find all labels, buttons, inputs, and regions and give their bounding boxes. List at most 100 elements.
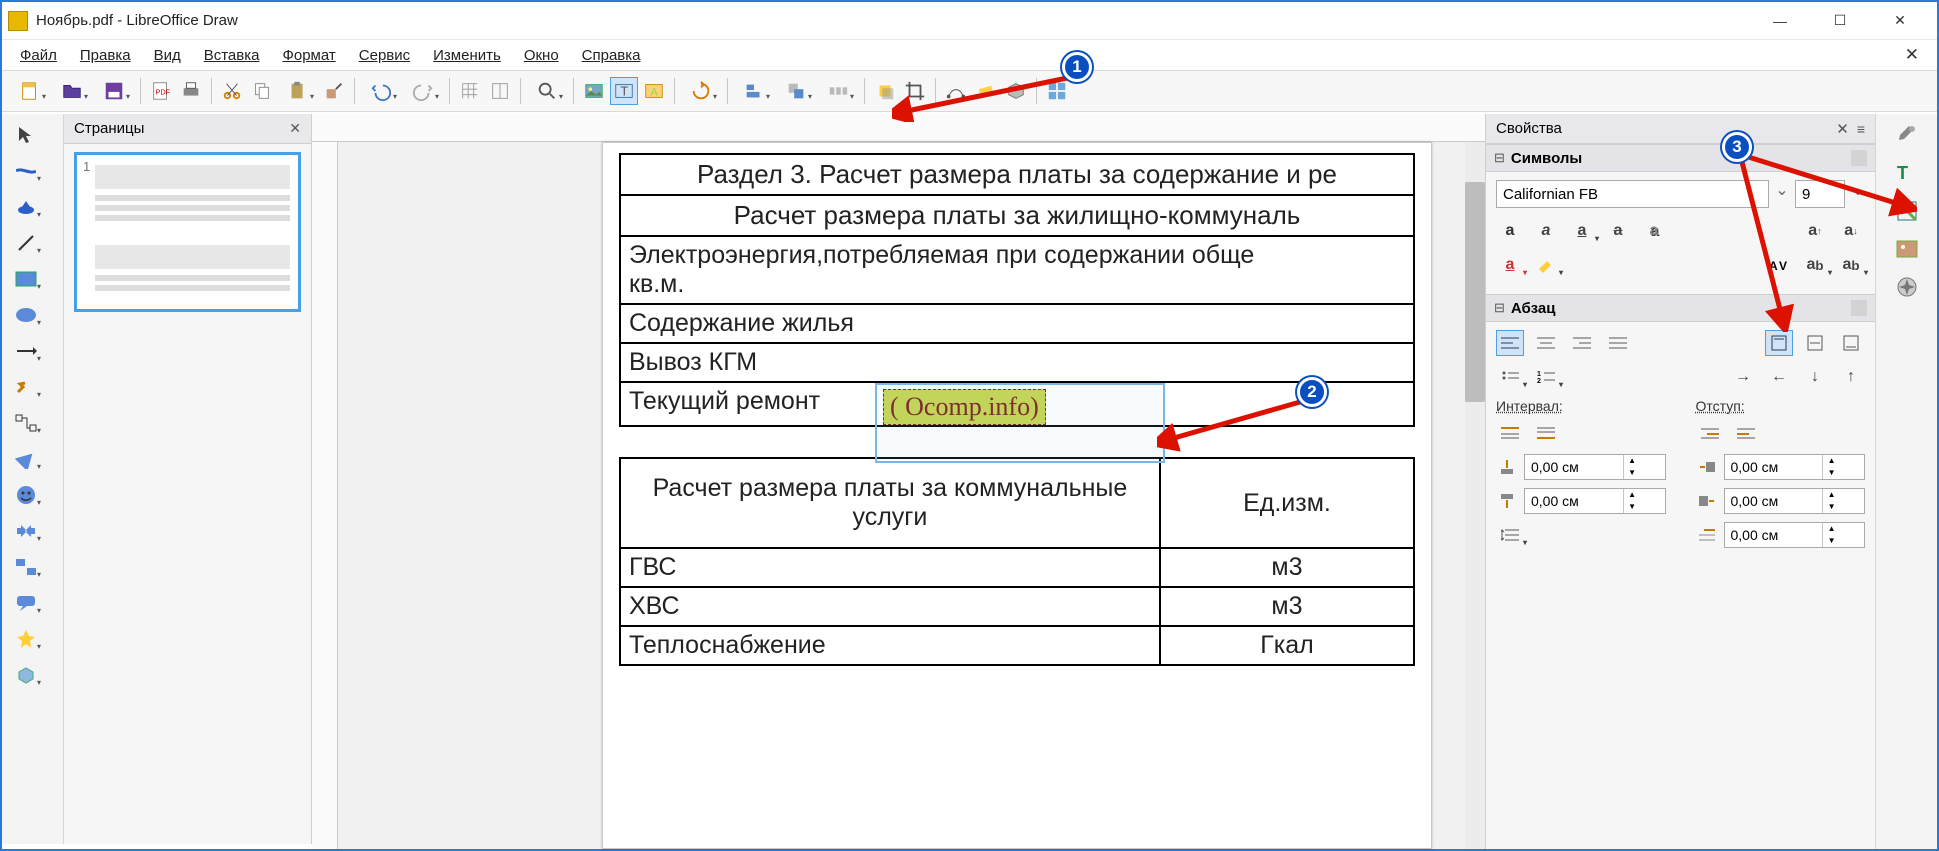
zoom-button[interactable] <box>527 77 567 105</box>
align-justify-button[interactable] <box>1604 330 1632 356</box>
gallery-tab-icon[interactable] <box>1889 234 1925 264</box>
insert-image-button[interactable] <box>580 77 608 105</box>
insert-fontwork-button[interactable]: A <box>640 77 668 105</box>
export-pdf-button[interactable]: PDF <box>147 77 175 105</box>
space-above-icon[interactable] <box>1496 420 1524 446</box>
section-paragraph-header[interactable]: ⊟ Абзац <box>1486 294 1875 322</box>
clone-format-button[interactable] <box>320 77 348 105</box>
tbl2-h2: Ед.изм. <box>1160 458 1414 548</box>
valign-top-button[interactable] <box>1765 330 1793 356</box>
before-indent-input[interactable]: ▲▼ <box>1724 454 1866 480</box>
line-tool[interactable] <box>8 228 44 258</box>
doc-row4: Вывоз КГМ <box>620 343 1414 382</box>
section-more-icon[interactable] <box>1851 300 1867 316</box>
strikethrough-button[interactable]: a <box>1604 218 1632 244</box>
subscript-button[interactable]: ab <box>1837 252 1865 278</box>
3d-tool[interactable] <box>8 660 44 690</box>
menu-tools[interactable]: Сервис <box>349 44 420 67</box>
block-arrows-tool[interactable] <box>8 516 44 546</box>
vertical-scrollbar[interactable] <box>1465 142 1485 849</box>
open-button[interactable] <box>52 77 92 105</box>
print-button[interactable] <box>177 77 205 105</box>
rtl-button[interactable]: ← <box>1765 364 1793 390</box>
menu-edit[interactable]: Правка <box>70 44 141 67</box>
save-button[interactable] <box>94 77 134 105</box>
rotate-button[interactable] <box>681 77 721 105</box>
insert-textbox-button[interactable]: T <box>610 77 638 105</box>
helplines-button[interactable] <box>486 77 514 105</box>
menu-window[interactable]: Окно <box>514 44 569 67</box>
menu-format[interactable]: Формат <box>272 44 345 67</box>
align-center-button[interactable] <box>1532 330 1560 356</box>
numbering-button[interactable]: 12 <box>1532 364 1560 390</box>
flowchart-tool[interactable] <box>8 552 44 582</box>
menu-modify[interactable]: Изменить <box>423 44 511 67</box>
align-button[interactable] <box>734 77 774 105</box>
line-spacing-button[interactable] <box>1496 522 1524 548</box>
rectangle-tool[interactable] <box>8 264 44 294</box>
decrease-indent-icon[interactable] <box>1732 420 1760 446</box>
connector-tool[interactable] <box>8 408 44 438</box>
properties-tab-icon[interactable] <box>1889 120 1925 150</box>
doc-row3: Содержание жилья <box>620 304 1414 343</box>
redo-button[interactable] <box>403 77 443 105</box>
svg-text:2: 2 <box>1537 378 1541 384</box>
inserted-textbox[interactable]: ( Ocomp.info) <box>875 383 1165 463</box>
ellipse-tool[interactable] <box>8 300 44 330</box>
menu-insert[interactable]: Вставка <box>194 44 270 67</box>
below-spacing-input[interactable]: ▲▼ <box>1524 488 1666 514</box>
minimize-button[interactable]: — <box>1755 7 1805 35</box>
new-button[interactable] <box>10 77 50 105</box>
properties-menu-icon[interactable]: ≡ <box>1857 121 1865 137</box>
properties-close-icon[interactable]: ✕ <box>1836 120 1849 138</box>
font-color-button[interactable]: a <box>1496 252 1524 278</box>
underline-button[interactable]: a <box>1568 218 1596 244</box>
navigator-tab-icon[interactable] <box>1889 272 1925 302</box>
copy-button[interactable] <box>248 77 276 105</box>
document-page[interactable]: Раздел 3. Расчет размера платы за содерж… <box>602 142 1432 849</box>
arrow-tool[interactable] <box>8 336 44 366</box>
paste-button[interactable] <box>278 77 318 105</box>
symbol-shapes-tool[interactable] <box>8 480 44 510</box>
align-left-button[interactable] <box>1496 330 1524 356</box>
stars-tool[interactable] <box>8 624 44 654</box>
bold-button[interactable]: a <box>1496 218 1524 244</box>
textbox-content[interactable]: ( Ocomp.info) <box>883 389 1046 425</box>
valign-bottom-button[interactable] <box>1837 330 1865 356</box>
undo-button[interactable] <box>361 77 401 105</box>
after-indent-input[interactable]: ▲▼ <box>1724 488 1866 514</box>
firstline-indent-input[interactable]: ▲▼ <box>1724 522 1866 548</box>
menu-file[interactable]: Файл <box>10 44 67 67</box>
cut-button[interactable] <box>218 77 246 105</box>
superscript-button[interactable]: ab <box>1801 252 1829 278</box>
increase-indent-icon[interactable] <box>1696 420 1724 446</box>
maximize-button[interactable]: ☐ <box>1815 7 1865 35</box>
curve-tool[interactable] <box>8 372 44 402</box>
valign-middle-button[interactable] <box>1801 330 1829 356</box>
vertical-ruler[interactable] <box>312 142 338 849</box>
ttb-button[interactable]: ↓ <box>1801 364 1829 390</box>
highlight-color-button[interactable] <box>1532 252 1560 278</box>
basic-shapes-tool[interactable] <box>8 444 44 474</box>
distribute-button[interactable] <box>818 77 858 105</box>
ltr-button[interactable]: → <box>1729 364 1757 390</box>
bullets-button[interactable] <box>1496 364 1524 390</box>
line-color-tool[interactable] <box>8 156 44 186</box>
above-spacing-input[interactable]: ▲▼ <box>1524 454 1666 480</box>
callout-tool[interactable] <box>8 588 44 618</box>
doc-close-icon[interactable]: ✕ <box>1905 45 1929 65</box>
select-tool[interactable] <box>8 120 44 150</box>
menu-view[interactable]: Вид <box>144 44 191 67</box>
italic-button[interactable]: a <box>1532 218 1560 244</box>
pages-panel-close-icon[interactable]: ✕ <box>289 120 301 137</box>
btt-button[interactable]: ↑ <box>1837 364 1865 390</box>
page-thumbnail[interactable]: 1 <box>74 152 301 312</box>
space-below-icon[interactable] <box>1532 420 1560 446</box>
fill-color-tool[interactable] <box>8 192 44 222</box>
grid-button[interactable] <box>456 77 484 105</box>
menu-help[interactable]: Справка <box>572 44 651 67</box>
close-button[interactable]: ✕ <box>1875 7 1925 35</box>
shadow-text-button[interactable]: a <box>1640 218 1668 244</box>
align-right-button[interactable] <box>1568 330 1596 356</box>
arrange-button[interactable] <box>776 77 816 105</box>
